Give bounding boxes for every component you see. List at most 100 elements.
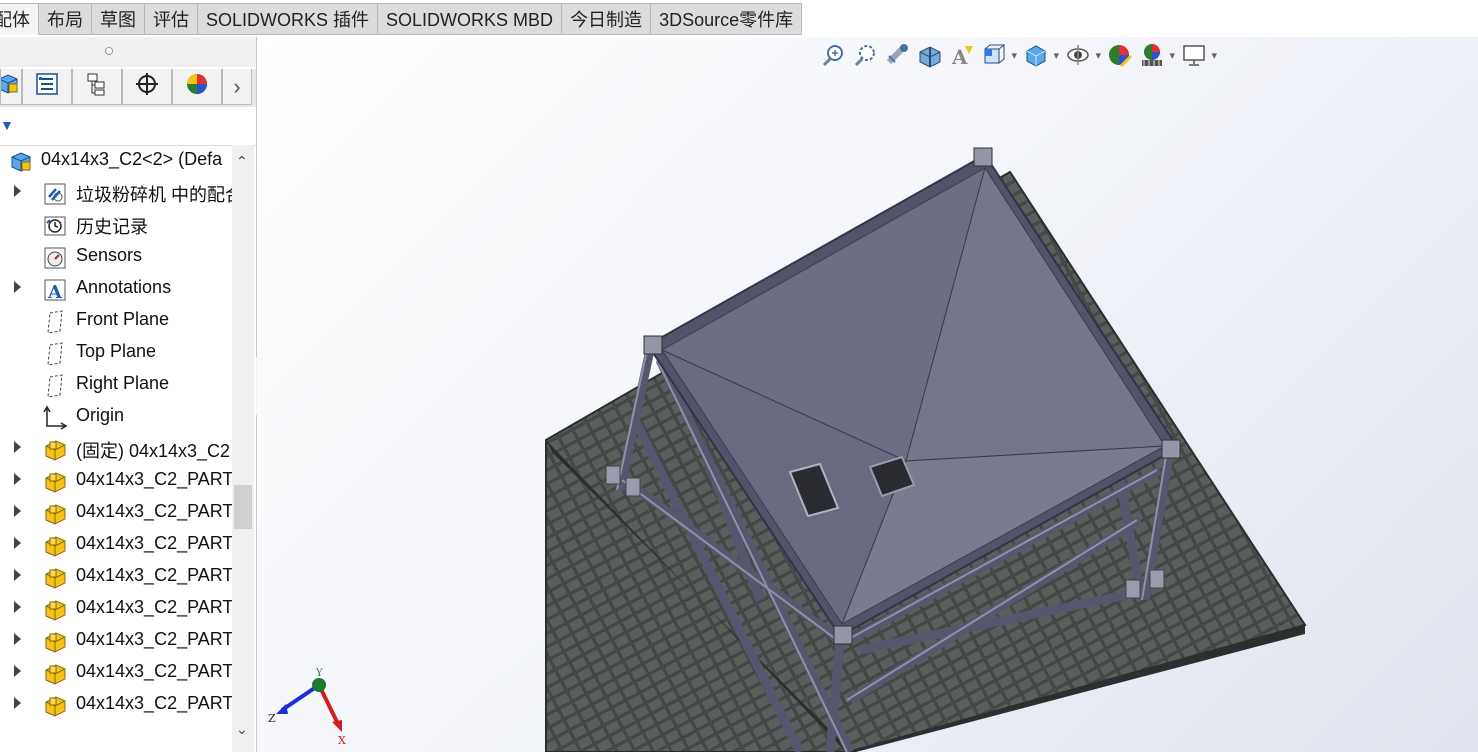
chevron-right-icon: › (233, 73, 241, 99)
expand-arrow-icon[interactable] (14, 505, 21, 517)
fm-tab-configuration-manager[interactable] (72, 69, 122, 105)
tab-4[interactable]: SOLIDWORKS 插件 (198, 3, 379, 35)
tree-item[interactable]: 04x14x3_C2_PART (0, 657, 232, 689)
foot-pad (1125, 579, 1141, 599)
tree-item-label: Sensors (76, 245, 143, 265)
dimxpert-icon (134, 71, 160, 102)
command-manager-tabs: 配体 布局 草图 评估 SOLIDWORKS 插件 SOLIDWORKS MBD 今日制造 3… (0, 3, 803, 36)
tree-root-assembly[interactable]: 04x14x3_C2<2> (Defa (0, 145, 232, 177)
svg-text:A: A (47, 282, 63, 303)
scroll-up-icon[interactable]: ⌃ (236, 153, 248, 170)
tree-item[interactable]: 历史记录 (0, 209, 232, 241)
previous-view-button[interactable] (882, 42, 914, 72)
fm-tab-property-manager[interactable] (22, 69, 72, 105)
tree-item[interactable]: 04x14x3_C2_PART (0, 593, 232, 625)
expand-arrow-icon[interactable] (14, 569, 21, 581)
tree-item-label: 04x14x3_C2_PART (76, 661, 232, 681)
part-icon (42, 565, 68, 591)
tree-item[interactable]: 04x14x3_C2_PART (0, 561, 232, 593)
edit-appearance-button[interactable] (1104, 42, 1136, 72)
section-view-button[interactable] (914, 42, 946, 72)
fm-tab-assembly[interactable] (0, 69, 22, 105)
tree-item[interactable]: 04x14x3_C2_PART (0, 529, 232, 561)
expand-arrow-icon[interactable] (14, 281, 21, 293)
hide-show-button[interactable] (1062, 42, 1101, 73)
edit-appearance-icon (1107, 42, 1133, 73)
plane-icon (42, 309, 68, 335)
zoom-to-area-button[interactable] (850, 42, 882, 72)
view-orientation-button[interactable] (978, 42, 1017, 72)
expand-arrow-icon[interactable] (14, 441, 21, 453)
apply-scene-button[interactable] (1136, 42, 1175, 72)
tab-1[interactable]: 布局 (39, 3, 92, 35)
tree-item-label: 04x14x3_C2_PART (76, 565, 232, 585)
tab-5[interactable]: SOLIDWORKS MBD (378, 3, 563, 35)
display-style-button[interactable] (1020, 42, 1059, 72)
dynamic-annotation-icon: A (949, 42, 975, 73)
plane-icon (42, 341, 68, 367)
tab-6[interactable]: 今日制造 (562, 3, 652, 35)
filter-icon[interactable]: ▼ (0, 117, 14, 133)
scroll-down-icon[interactable]: ⌄ (236, 721, 248, 738)
section-view-icon (917, 42, 943, 73)
property-manager-icon (34, 71, 60, 102)
x-label: X (338, 734, 346, 747)
view-settings-button[interactable] (1178, 42, 1217, 72)
assembly-model[interactable] (257, 37, 1478, 752)
assembly-icon (1, 71, 21, 102)
foot-pad (625, 477, 641, 497)
tree-item[interactable]: Sensors (0, 241, 232, 273)
tree-item[interactable]: 04x14x3_C2_PART (0, 689, 232, 721)
tree-item[interactable]: 04x14x3_C2_PART (0, 497, 232, 529)
expand-arrow-icon[interactable] (14, 601, 21, 613)
previous-view-icon (885, 42, 911, 73)
part-icon (42, 501, 68, 527)
sensors-icon (42, 245, 68, 271)
zoom-to-fit-button[interactable] (818, 42, 850, 72)
tree-item-label: 04x14x3_C2_PART (76, 693, 232, 713)
display-manager-icon (184, 71, 210, 102)
hide-show-icon (1065, 42, 1091, 73)
expand-arrow-icon[interactable] (14, 473, 21, 485)
expand-arrow-icon[interactable] (14, 185, 21, 197)
tree-item[interactable]: 垃圾粉碎机 中的配合 (0, 177, 232, 209)
tree-item-label: Annotations (76, 277, 172, 297)
tab-7[interactable]: 3DSource零件库 (651, 3, 803, 35)
feature-filter[interactable]: ▼ (0, 109, 256, 146)
expand-arrow-icon[interactable] (14, 665, 21, 677)
tab-2[interactable]: 草图 (92, 3, 145, 35)
zoom-to-area-icon (853, 42, 879, 73)
tree-item[interactable]: 04x14x3_C2_PART (0, 625, 232, 657)
expand-arrow-icon[interactable] (14, 697, 21, 709)
tree-item[interactable]: Right Plane (0, 369, 232, 401)
tree-item-label: 04x14x3_C2_PART (76, 533, 232, 553)
tree-root-label: 04x14x3_C2<2> (Defa (41, 149, 223, 169)
part-icon (42, 437, 68, 463)
tab-3[interactable]: 评估 (145, 3, 198, 35)
corner-bracket (973, 147, 993, 167)
fm-tabs-more-button[interactable]: › (222, 69, 252, 105)
tree-item[interactable]: (固定) 04x14x3_C2 (0, 433, 232, 465)
z-arrow-icon (276, 704, 288, 714)
tab-0[interactable]: 配体 (0, 3, 39, 35)
expand-arrow-icon[interactable] (14, 633, 21, 645)
history-icon (42, 213, 68, 239)
expand-arrow-icon[interactable] (14, 537, 21, 549)
reference-triad: Y Z X (268, 668, 346, 747)
dynamic-annotation-button[interactable]: A (946, 42, 978, 72)
tree-item[interactable]: Top Plane (0, 337, 232, 369)
tree-scrollbar[interactable]: ⌃ ⌄ (232, 145, 254, 752)
grip-dot-icon (105, 47, 113, 55)
heads-up-toolbar: A (818, 42, 1220, 72)
panel-grip[interactable] (0, 37, 256, 67)
zoom-to-fit-icon (821, 42, 847, 73)
tree-item[interactable]: Origin (0, 401, 232, 433)
assembly-icon (8, 149, 34, 175)
tree-item[interactable]: A Annotations (0, 273, 232, 305)
fm-tab-dimxpert[interactable] (122, 69, 172, 105)
scroll-thumb[interactable] (234, 485, 252, 529)
fm-tab-display-manager[interactable] (172, 69, 222, 105)
annotations-icon: A (42, 277, 68, 303)
tree-item[interactable]: Front Plane (0, 305, 232, 337)
tree-item[interactable]: 04x14x3_C2_PART (0, 465, 232, 497)
